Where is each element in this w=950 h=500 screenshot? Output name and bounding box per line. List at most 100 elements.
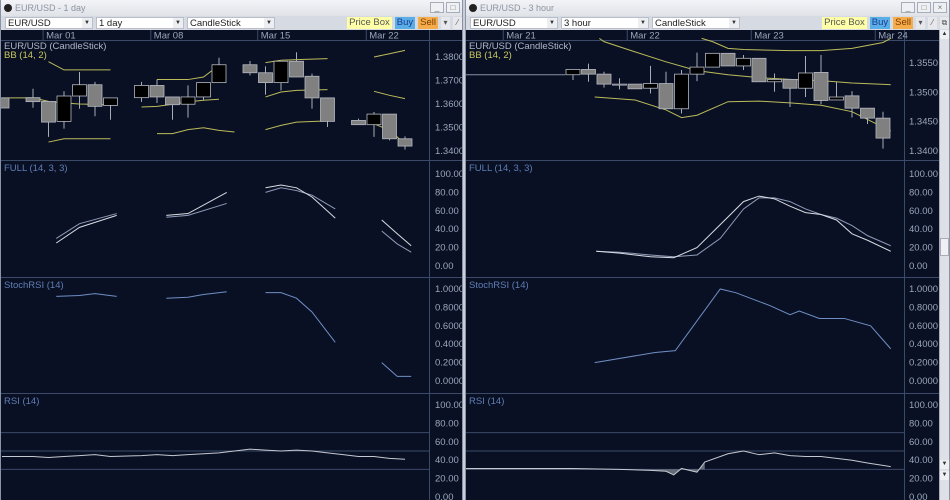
rsi-tick-label: 20.00 [909, 474, 933, 485]
rsi-tick-label: 0.00 [909, 492, 928, 500]
date-tick-label: Mar 15 [261, 31, 291, 42]
chevron-down-icon[interactable]: ▼ [264, 18, 274, 28]
candle-bullish [56, 95, 72, 122]
chevron-down-icon[interactable]: ▼ [638, 18, 648, 28]
window-titlebar[interactable]: EUR/USD - 1 day _ □ [1, 0, 462, 16]
full-tick-label: 60.00 [435, 206, 459, 217]
full-tick-label: 40.00 [435, 224, 459, 235]
date-tick-label: Mar 23 [754, 31, 784, 42]
chart-window-3hour: EUR/USD - 3 hour _ □ × EUR/USD ▼ 3 hour ▼ … [465, 0, 950, 500]
candle-bullish [180, 96, 196, 105]
symbol-select[interactable]: EUR/USD ▼ [470, 17, 558, 29]
chart-type-select[interactable]: CandleStick ▼ [652, 17, 740, 29]
price-tick-label: 1.3700 [435, 76, 462, 87]
interval-select[interactable]: 1 day ▼ [96, 17, 184, 29]
candle-bullish [134, 85, 149, 99]
chart-type-select[interactable]: CandleStick ▼ [187, 17, 275, 29]
price-tick-label: 1.3400 [909, 146, 938, 157]
rsi-tick-label: 60.00 [909, 437, 933, 448]
stochrsi-tick-label: 0.8000 [435, 302, 462, 313]
rsi-tick-label: 40.00 [435, 455, 459, 466]
chart-toolbar: EUR/USD ▼ 1 day ▼ CandleStick ▼ Price Box B… [1, 16, 462, 30]
rsi-tick-label: 100.00 [435, 400, 462, 411]
candle-bearish [87, 84, 103, 107]
chevron-down-icon[interactable]: ▼ [82, 18, 92, 28]
chart-type-value: CandleStick [190, 17, 241, 29]
maximize-button[interactable]: □ [917, 2, 931, 13]
rsi-tick-label: 60.00 [435, 437, 459, 448]
candle-bearish [242, 64, 258, 74]
sell-button[interactable]: Sell [893, 17, 913, 29]
full-tick-label: 80.00 [435, 187, 459, 198]
chevron-down-icon[interactable]: ▼ [547, 18, 557, 28]
maximize-button[interactable]: □ [446, 2, 460, 13]
date-tick-label: Mar 01 [46, 31, 76, 42]
candle-bearish [875, 117, 891, 139]
candle-bullish [674, 73, 689, 110]
symbol-value: EUR/USD [473, 17, 516, 29]
candle-bearish [813, 71, 829, 101]
price-box-button[interactable]: Price Box [822, 17, 867, 29]
vertical-scrollbar[interactable]: ▲ ▼ ▼ [939, 30, 949, 500]
candle-bullish [829, 96, 844, 101]
candle-bullish [366, 113, 382, 126]
rsi-tick-label: 100.00 [909, 400, 938, 411]
candle-bullish [196, 82, 211, 98]
buy-button[interactable]: Buy [394, 17, 416, 29]
price-box-button[interactable]: Price Box [347, 17, 392, 29]
stochrsi-tick-label: 0.0000 [909, 376, 938, 387]
chevron-down-icon[interactable]: ▾ [441, 17, 450, 29]
scroll-down-arrow-icon[interactable]: ▼ [940, 471, 949, 480]
price-tick-label: 1.3500 [435, 123, 462, 134]
stochrsi-tick-label: 0.6000 [435, 321, 462, 332]
stochrsi-tick-label: 0.2000 [435, 358, 462, 369]
sell-button[interactable]: Sell [418, 17, 438, 29]
chevron-down-icon[interactable]: ▼ [173, 18, 183, 28]
date-tick-label: Mar 08 [154, 31, 184, 42]
symbol-value: EUR/USD [8, 17, 51, 29]
candle-bullish [798, 72, 813, 89]
chart-type-value: CandleStick [655, 17, 706, 29]
full-tick-label: 20.00 [909, 243, 933, 254]
price-tick-label: 1.3400 [435, 146, 462, 157]
candle-bearish [860, 107, 875, 119]
interval-select[interactable]: 3 hour ▼ [561, 17, 649, 29]
candle-bearish [149, 85, 165, 98]
stochrsi-label: StochRSI (14) [4, 280, 64, 291]
scrollbar-thumb[interactable] [940, 238, 949, 256]
window-titlebar[interactable]: EUR/USD - 3 hour _ □ × [466, 0, 949, 16]
detach-icon[interactable]: ⧉ [940, 17, 949, 29]
candle-bullish [211, 64, 227, 84]
full-label: FULL (14, 3, 3) [469, 163, 533, 174]
scroll-down-arrow-icon[interactable]: ▼ [940, 460, 949, 469]
candle-bullish [643, 83, 658, 89]
date-tick-label: Mar 24 [878, 31, 908, 42]
candle-bearish [844, 95, 860, 109]
stochrsi-tick-label: 1.0000 [435, 284, 462, 295]
rsi-tick-label: 40.00 [909, 455, 933, 466]
stochrsi-label: StochRSI (14) [469, 280, 529, 291]
stochrsi-tick-label: 0.2000 [909, 358, 938, 369]
close-button[interactable]: × [933, 2, 947, 13]
full-tick-label: 20.00 [435, 243, 459, 254]
candle-bullish [72, 84, 87, 97]
candle-bullish [736, 57, 751, 67]
minimize-button[interactable]: _ [901, 2, 915, 13]
candle-bearish [1, 97, 10, 109]
draw-tool-icon[interactable]: ⁄ [928, 17, 937, 29]
price-tick-label: 1.3550 [909, 58, 938, 69]
draw-tool-icon[interactable]: ⁄ [453, 17, 462, 29]
full-tick-label: 0.00 [909, 261, 928, 272]
buy-button[interactable]: Buy [869, 17, 891, 29]
scroll-up-arrow-icon[interactable]: ▲ [940, 30, 949, 39]
chart-background [466, 30, 940, 500]
chevron-down-icon[interactable]: ▼ [729, 18, 739, 28]
candle-bullish [273, 60, 289, 84]
chart-area[interactable]: Mar 01 Mar 08 Mar 15 Mar 22 1.3800 1.3700 1.36… [1, 30, 462, 500]
candle-bullish [705, 52, 720, 68]
chevron-down-icon[interactable]: ▾ [916, 17, 925, 29]
symbol-select[interactable]: EUR/USD ▼ [5, 17, 93, 29]
minimize-button[interactable]: _ [430, 2, 444, 13]
bb-label: BB (14, 2) [469, 50, 512, 61]
chart-area[interactable]: Mar 21 Mar 22 Mar 23 Mar 24 1.3550 1.3500 1.34… [466, 30, 940, 500]
